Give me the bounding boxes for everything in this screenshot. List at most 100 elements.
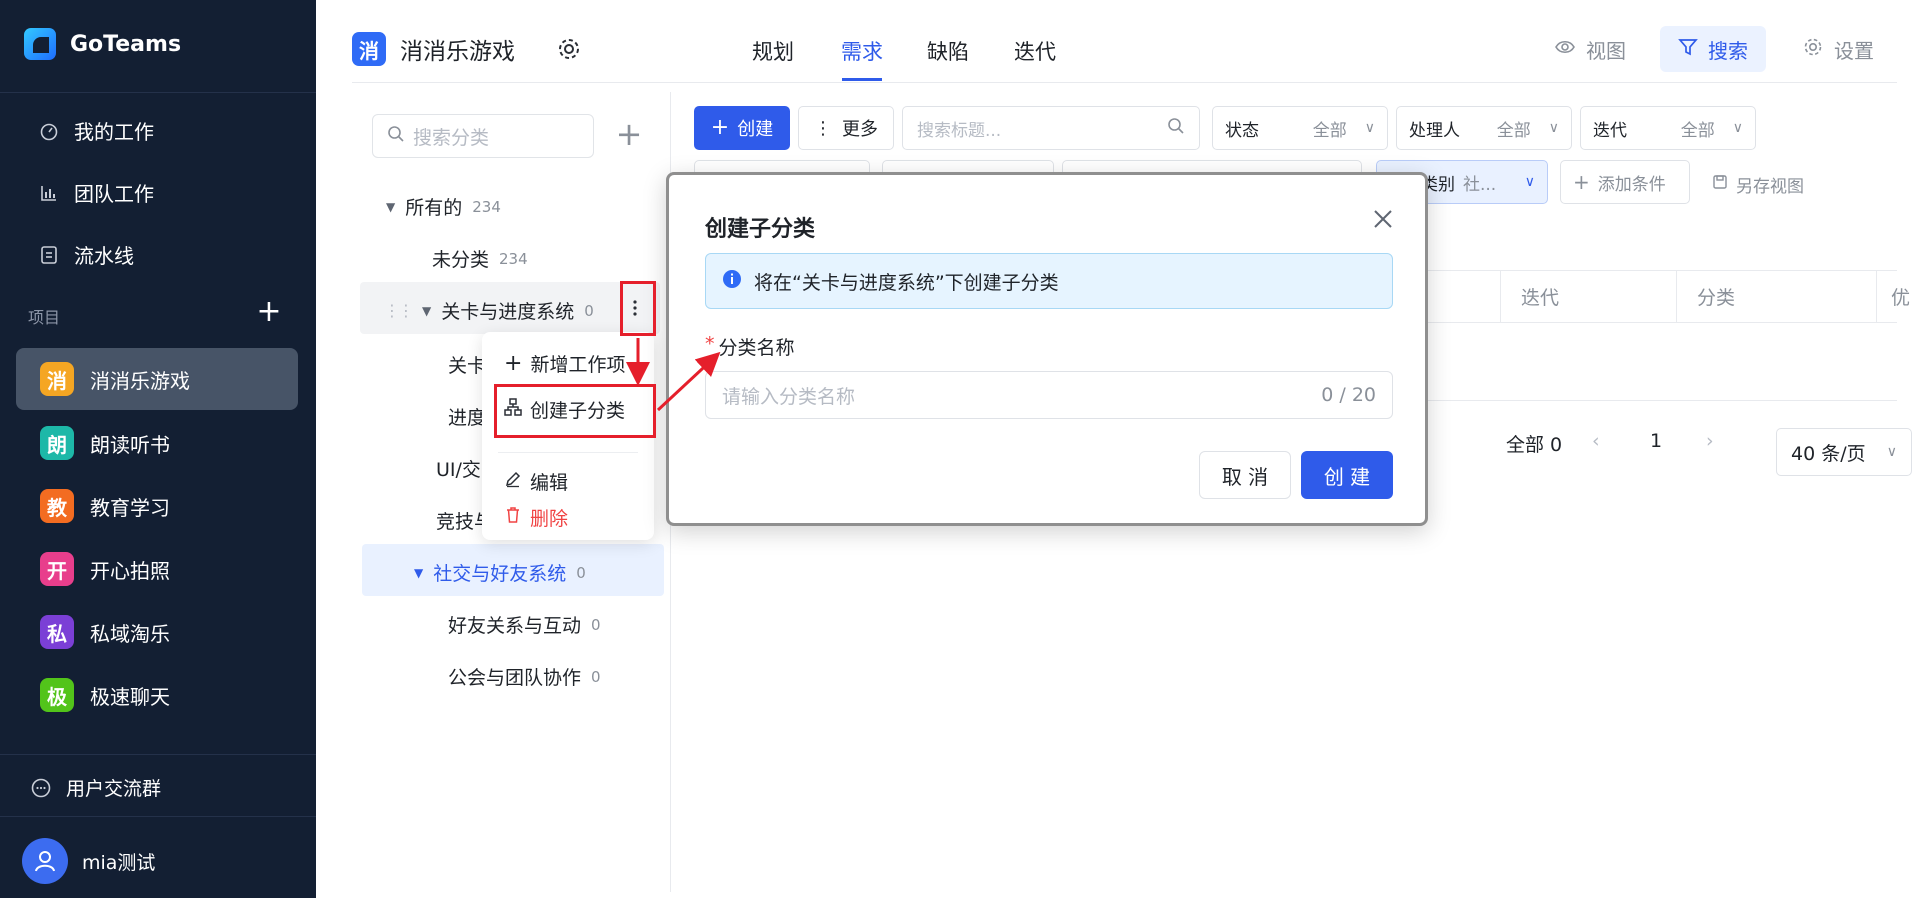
search-button[interactable]: 搜索	[1660, 26, 1766, 72]
brand[interactable]: GoTeams	[24, 28, 181, 60]
sidebar-divider	[0, 816, 316, 817]
user-profile[interactable]: mia测试	[22, 838, 155, 884]
add-condition-label: 添加条件	[1597, 174, 1666, 195]
active-tab-underline	[842, 78, 882, 81]
filter-label: 处理人	[1409, 120, 1460, 141]
current-page[interactable]: 1	[1650, 430, 1662, 452]
project-settings-gear-icon[interactable]	[556, 36, 582, 62]
menu-item-label: 删除	[530, 508, 569, 530]
eye-icon	[1554, 36, 1576, 63]
view-button[interactable]: 视图	[1536, 26, 1644, 72]
nav-item-label: 流水线	[74, 244, 134, 268]
input-placeholder: 请输入分类名称	[722, 385, 856, 408]
project-item-jiaoyu[interactable]: 教 教育学习	[16, 475, 298, 537]
search-icon	[387, 125, 405, 148]
info-icon	[722, 269, 742, 294]
chevron-down-icon: ∨	[1886, 444, 1897, 460]
page-size-value: 40 条/页	[1791, 442, 1866, 465]
tab-planning[interactable]: 规划	[752, 36, 794, 66]
menu-item-label: 编辑	[530, 472, 569, 494]
user-avatar-icon	[22, 838, 68, 884]
project-item-langdu[interactable]: 朗 朗读听书	[16, 412, 298, 474]
add-condition-button[interactable]: + 添加条件	[1560, 160, 1690, 204]
tree-node-label: 所有的	[405, 197, 463, 219]
iteration-filter[interactable]: 迭代 全部 ∨	[1580, 106, 1756, 150]
search-label: 搜索	[1708, 38, 1748, 63]
category-search-input[interactable]: 搜索分类	[372, 114, 594, 158]
tree-node-social[interactable]: ▼ 社交与好友系统 0	[414, 559, 586, 586]
tree-node-child[interactable]: 进度	[448, 403, 486, 430]
create-child-category-dialog: 创建子分类 将在“关卡与进度系统”下创建子分类 * 分类名称 请输入分类名称 0…	[666, 172, 1428, 526]
annotation-highlight-more-button	[620, 281, 656, 336]
tree-node-ui[interactable]: UI/交	[436, 455, 481, 482]
view-label: 视图	[1586, 38, 1626, 63]
drag-handle-icon[interactable]: ⋮⋮	[384, 301, 414, 320]
tree-node-all[interactable]: ▼ 所有的 234	[386, 193, 501, 220]
project-name: 消消乐游戏	[90, 368, 190, 393]
menu-item-delete[interactable]: 删除	[504, 504, 568, 531]
dialog-title: 创建子分类	[705, 217, 816, 242]
save-view-button[interactable]: 另存视图	[1712, 172, 1804, 197]
assignee-filter[interactable]: 处理人 全部 ∨	[1396, 106, 1572, 150]
chevron-down-icon: ∨	[1524, 174, 1535, 190]
tree-node-label: 社交与好友系统	[433, 563, 567, 585]
page-size-select[interactable]: 40 条/页 ∨	[1776, 428, 1912, 476]
filter-label: 迭代	[1593, 120, 1627, 141]
search-icon	[1167, 117, 1185, 140]
tab-requirements[interactable]: 需求	[841, 36, 883, 66]
nav-item-team-work[interactable]: 团队工作	[38, 178, 154, 207]
goteams-logo-icon	[24, 28, 56, 60]
nav-item-my-work[interactable]: 我的工作	[38, 116, 154, 145]
create-button[interactable]: 创 建	[1301, 451, 1393, 499]
category-name-input[interactable]: 请输入分类名称 0 / 20	[705, 371, 1393, 419]
project-badge: 朗	[40, 426, 74, 460]
tree-node-label: 关卡	[448, 355, 487, 377]
project-item-kaixin[interactable]: 开 开心拍照	[16, 538, 298, 600]
project-item-xiaoxiaole[interactable]: 消 消消乐游戏	[16, 348, 298, 410]
menu-item-label: 新增工作项	[530, 354, 626, 376]
add-project-plus-icon[interactable]: +	[256, 297, 282, 327]
tree-node-level-progress[interactable]: ⋮⋮ ▼ 关卡与进度系统 0	[384, 297, 594, 324]
tree-node-child[interactable]: 关卡	[448, 351, 486, 378]
chat-bubble-icon	[30, 777, 52, 799]
status-filter[interactable]: 状态 全部 ∨	[1212, 106, 1388, 150]
prev-page-chevron-icon[interactable]: ‹	[1592, 430, 1600, 452]
add-category-plus-icon[interactable]: +	[614, 118, 644, 150]
sidebar-divider	[0, 92, 316, 93]
next-page-chevron-icon[interactable]: ›	[1706, 430, 1714, 452]
plus-icon: +	[504, 350, 523, 376]
tab-defects[interactable]: 缺陷	[927, 36, 969, 66]
category-search-placeholder: 搜索分类	[413, 126, 490, 149]
project-item-siyu[interactable]: 私 私域淘乐	[16, 601, 298, 663]
more-button[interactable]: ⋮ 更多	[798, 106, 894, 150]
project-badge: 教	[40, 489, 74, 523]
nav-item-label: 团队工作	[74, 182, 154, 206]
project-item-jisu[interactable]: 极 极速聊天	[16, 664, 298, 726]
tree-node-friends[interactable]: 好友关系与互动 0	[448, 611, 601, 638]
project-name: 朗读听书	[90, 432, 170, 457]
tab-iterations[interactable]: 迭代	[1014, 36, 1056, 66]
tree-node-uncategorized[interactable]: 未分类 234	[432, 245, 528, 272]
column-label: 迭代	[1521, 286, 1560, 309]
tree-node-count: 0	[576, 563, 586, 582]
nav-item-pipeline[interactable]: 流水线	[38, 240, 134, 269]
brand-name: GoTeams	[70, 31, 182, 57]
column-header-category[interactable]: 分类	[1676, 270, 1876, 322]
create-button[interactable]: + 创建	[694, 106, 790, 150]
close-icon[interactable]	[1369, 205, 1397, 233]
settings-button[interactable]: 设置	[1784, 26, 1892, 72]
column-header-priority[interactable]: 优	[1876, 270, 1920, 322]
tree-node-guild[interactable]: 公会与团队协作 0	[448, 663, 601, 690]
column-header-iteration[interactable]: 迭代	[1500, 270, 1676, 322]
projects-section-label: 项目	[28, 308, 61, 327]
required-asterisk: *	[705, 333, 715, 355]
title-search-input[interactable]: 搜索标题...	[902, 106, 1200, 150]
menu-item-edit[interactable]: 编辑	[504, 468, 568, 495]
column-label: 分类	[1697, 286, 1736, 309]
menu-item-add-work-item[interactable]: + 新增工作项	[504, 350, 625, 377]
kebab-icon: ⋮	[814, 117, 832, 139]
cancel-button[interactable]: 取 消	[1199, 451, 1291, 499]
caret-down-icon: ▼	[414, 565, 424, 580]
pencil-icon	[504, 470, 522, 493]
community-link[interactable]: 用户交流群	[30, 774, 161, 801]
